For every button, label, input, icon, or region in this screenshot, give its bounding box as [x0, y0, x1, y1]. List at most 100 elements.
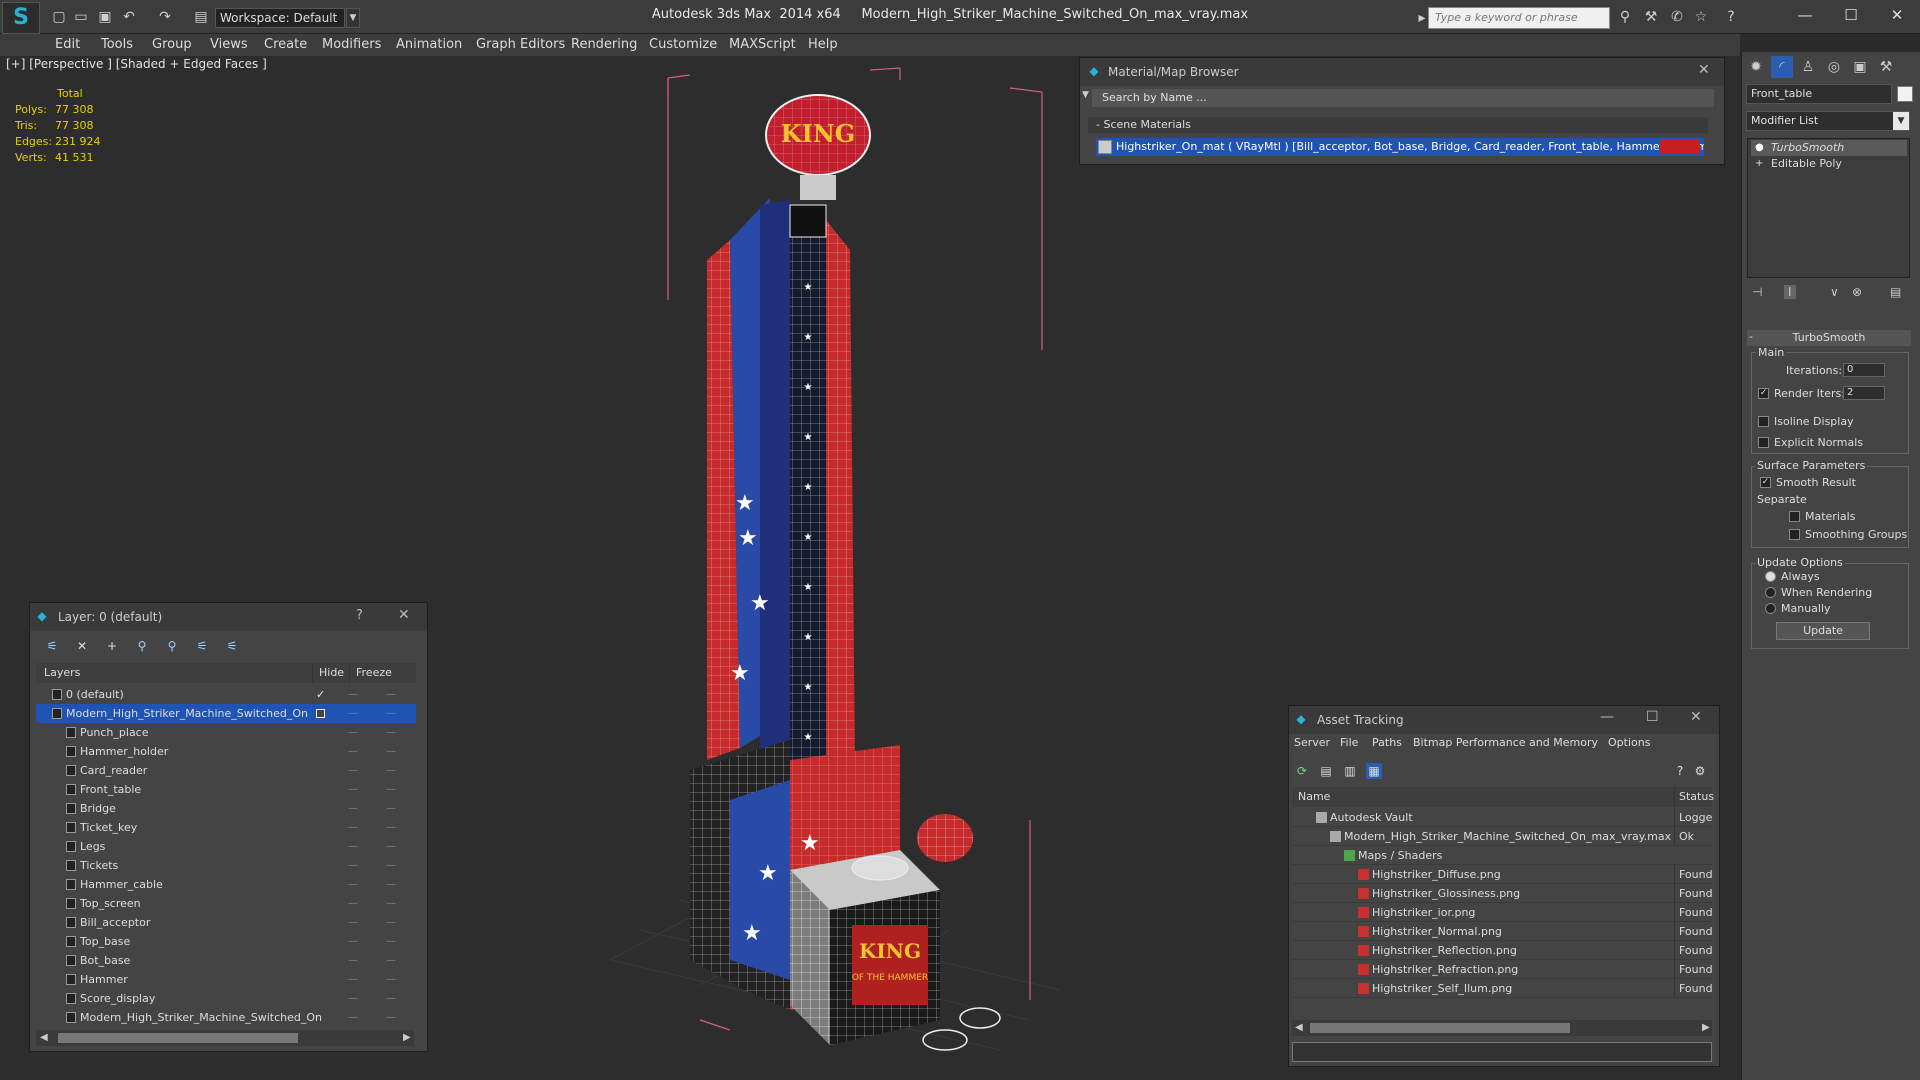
manually-radio[interactable]	[1765, 603, 1776, 614]
menu-help[interactable]: Help	[808, 34, 838, 56]
layer-help-button[interactable]: ?	[356, 608, 363, 623]
viewport-label[interactable]: [+] [Perspective ] [Shaded + Edged Faces…	[6, 57, 267, 71]
asset-menu-bitmap[interactable]: Bitmap Performance and Memory	[1413, 736, 1598, 749]
show-end-result-icon[interactable]: Ⅰ	[1784, 285, 1796, 299]
list-view-icon[interactable]: ▤	[1318, 763, 1334, 779]
create-tab-icon[interactable]: ✹	[1745, 56, 1767, 78]
hide-toggle-icon[interactable]: —	[348, 799, 358, 818]
binoculars-icon[interactable]: ⚲	[1616, 8, 1634, 26]
hide-toggle-icon[interactable]: —	[348, 989, 358, 1008]
menu-tools[interactable]: Tools	[101, 34, 133, 56]
menu-views[interactable]: Views	[210, 34, 248, 56]
make-unique-icon[interactable]: ∨	[1830, 285, 1839, 299]
workspace-dropdown[interactable]: Workspace: Default	[215, 8, 345, 28]
freeze-toggle-icon[interactable]: —	[386, 913, 396, 932]
layer-row[interactable]: Ticket_key — —	[36, 818, 416, 837]
communication-icon[interactable]: ✆	[1668, 8, 1686, 26]
asset-row[interactable]: Autodesk Vault Logged	[1292, 808, 1712, 827]
layer-row[interactable]: Legs — —	[36, 837, 416, 856]
menu-customize[interactable]: Customize	[649, 34, 717, 56]
modify-tab-icon[interactable]: ◜	[1771, 56, 1793, 78]
utilities-tab-icon[interactable]: ⚒	[1875, 56, 1897, 78]
object-name-field[interactable]: Front_table	[1746, 84, 1892, 104]
layer-row[interactable]: Hammer_cable — —	[36, 875, 416, 894]
explicit-normals-checkbox[interactable]	[1758, 437, 1769, 448]
asset-menu-file[interactable]: File	[1340, 736, 1358, 749]
hide-toggle-icon[interactable]: —	[348, 818, 358, 837]
hierarchy-tab-icon[interactable]: ♙	[1797, 56, 1819, 78]
layer-row[interactable]: Hammer_holder — —	[36, 742, 416, 761]
refresh-icon[interactable]: ⟳	[1294, 763, 1310, 779]
hide-column[interactable]: Hide	[312, 663, 344, 683]
tree-view-icon[interactable]: ▥	[1342, 763, 1358, 779]
freeze-toggle-icon[interactable]: —	[386, 837, 396, 856]
hide-toggle-icon[interactable]: —	[348, 780, 358, 799]
freeze-toggle-icon[interactable]: —	[386, 875, 396, 894]
always-radio[interactable]	[1765, 571, 1776, 582]
layers-column[interactable]: Layers	[44, 663, 80, 683]
layer-row[interactable]: Bridge — —	[36, 799, 416, 818]
asset-row[interactable]: Modern_High_Striker_Machine_Switched_On_…	[1292, 827, 1712, 846]
table-view-icon[interactable]: ▦	[1366, 763, 1382, 779]
hide-all-icon[interactable]: ⚟	[224, 638, 240, 654]
layer-row[interactable]: Card_reader — —	[36, 761, 416, 780]
smoothing-groups-checkbox[interactable]	[1789, 529, 1800, 540]
freeze-toggle-icon[interactable]: —	[386, 742, 396, 761]
layer-row[interactable]: Top_base — —	[36, 932, 416, 951]
iterations-spinner[interactable]: 0	[1843, 363, 1885, 377]
minimize-button[interactable]: —	[1782, 0, 1828, 30]
make-current-icon[interactable]: ⚟	[194, 638, 210, 654]
freeze-toggle-icon[interactable]: —	[386, 951, 396, 970]
when-rendering-radio[interactable]	[1765, 587, 1776, 598]
hide-toggle-icon[interactable]: —	[348, 951, 358, 970]
asset-maximize-button[interactable]: ☐	[1646, 709, 1659, 725]
layer-row[interactable]: Top_screen — —	[36, 894, 416, 913]
material-browser-options-arrow[interactable]: ▼	[1082, 90, 1089, 100]
scroll-left-icon[interactable]: ◀	[40, 1032, 48, 1043]
asset-scroll-left-icon[interactable]: ◀	[1295, 1022, 1303, 1033]
layer-row[interactable]: Score_display — —	[36, 989, 416, 1008]
modifier-list-arrow[interactable]: ▼	[1893, 112, 1909, 130]
menu-edit[interactable]: Edit	[55, 34, 80, 56]
freeze-toggle-icon[interactable]: —	[386, 932, 396, 951]
object-color-swatch[interactable]	[1897, 86, 1913, 102]
redo-icon[interactable]: ↷	[156, 8, 174, 26]
freeze-toggle-icon[interactable]: —	[386, 970, 396, 989]
menu-graph-editors[interactable]: Graph Editors	[476, 34, 565, 56]
stack-item-editable-poly[interactable]: Editable Poly	[1751, 156, 1907, 172]
menu-create[interactable]: Create	[264, 34, 307, 56]
workspace-dropdown-arrow[interactable]: ▼	[346, 8, 360, 28]
layer-row[interactable]: Modern_High_Striker_Machine_Switched_On —…	[36, 704, 416, 723]
help-icon[interactable]: ?	[1722, 8, 1740, 26]
delete-layer-icon[interactable]: ✕	[74, 638, 90, 654]
update-button[interactable]: Update	[1776, 622, 1870, 640]
search-input[interactable]: Type a keyword or phrase	[1428, 7, 1610, 29]
scroll-right-icon[interactable]: ▶	[403, 1032, 411, 1043]
freeze-column[interactable]: Freeze	[349, 663, 392, 683]
menu-maxscript[interactable]: MAXScript	[729, 34, 796, 56]
asset-scroll-thumb[interactable]	[1310, 1023, 1570, 1033]
layer-scroll-thumb[interactable]	[58, 1033, 298, 1043]
layer-row[interactable]: 0 (default) — — ✓	[36, 685, 416, 704]
freeze-toggle-icon[interactable]: —	[386, 780, 396, 799]
material-search-input[interactable]: Search by Name ...	[1092, 89, 1714, 107]
layer-row[interactable]: Hammer — —	[36, 970, 416, 989]
hide-toggle-icon[interactable]: —	[348, 1008, 358, 1027]
rollout-collapse-icon[interactable]: -	[1749, 330, 1753, 343]
asset-row[interactable]: Highstriker_Refraction.png Found	[1292, 960, 1712, 979]
remove-modifier-icon[interactable]: ⊗	[1852, 285, 1862, 299]
freeze-toggle-icon[interactable]: —	[386, 856, 396, 875]
layer-row[interactable]: Punch_place — —	[36, 723, 416, 742]
select-in-layer-icon[interactable]: ⚲	[134, 638, 150, 654]
modifier-list-dropdown[interactable]: Modifier List	[1746, 111, 1910, 131]
hide-toggle-icon[interactable]: —	[348, 970, 358, 989]
freeze-toggle-icon[interactable]: —	[386, 685, 396, 704]
hide-toggle-icon[interactable]: —	[348, 837, 358, 856]
stack-item-turbosmooth[interactable]: TurboSmooth	[1751, 140, 1907, 156]
hide-toggle-icon[interactable]: —	[348, 913, 358, 932]
modifier-bulb-icon[interactable]: ●	[1755, 142, 1764, 153]
freeze-toggle-icon[interactable]: —	[386, 761, 396, 780]
current-layer-check-icon[interactable]: ✓	[316, 685, 325, 704]
open-file-icon[interactable]: ▭	[72, 8, 90, 26]
asset-scroll-right-icon[interactable]: ▶	[1702, 1022, 1710, 1033]
